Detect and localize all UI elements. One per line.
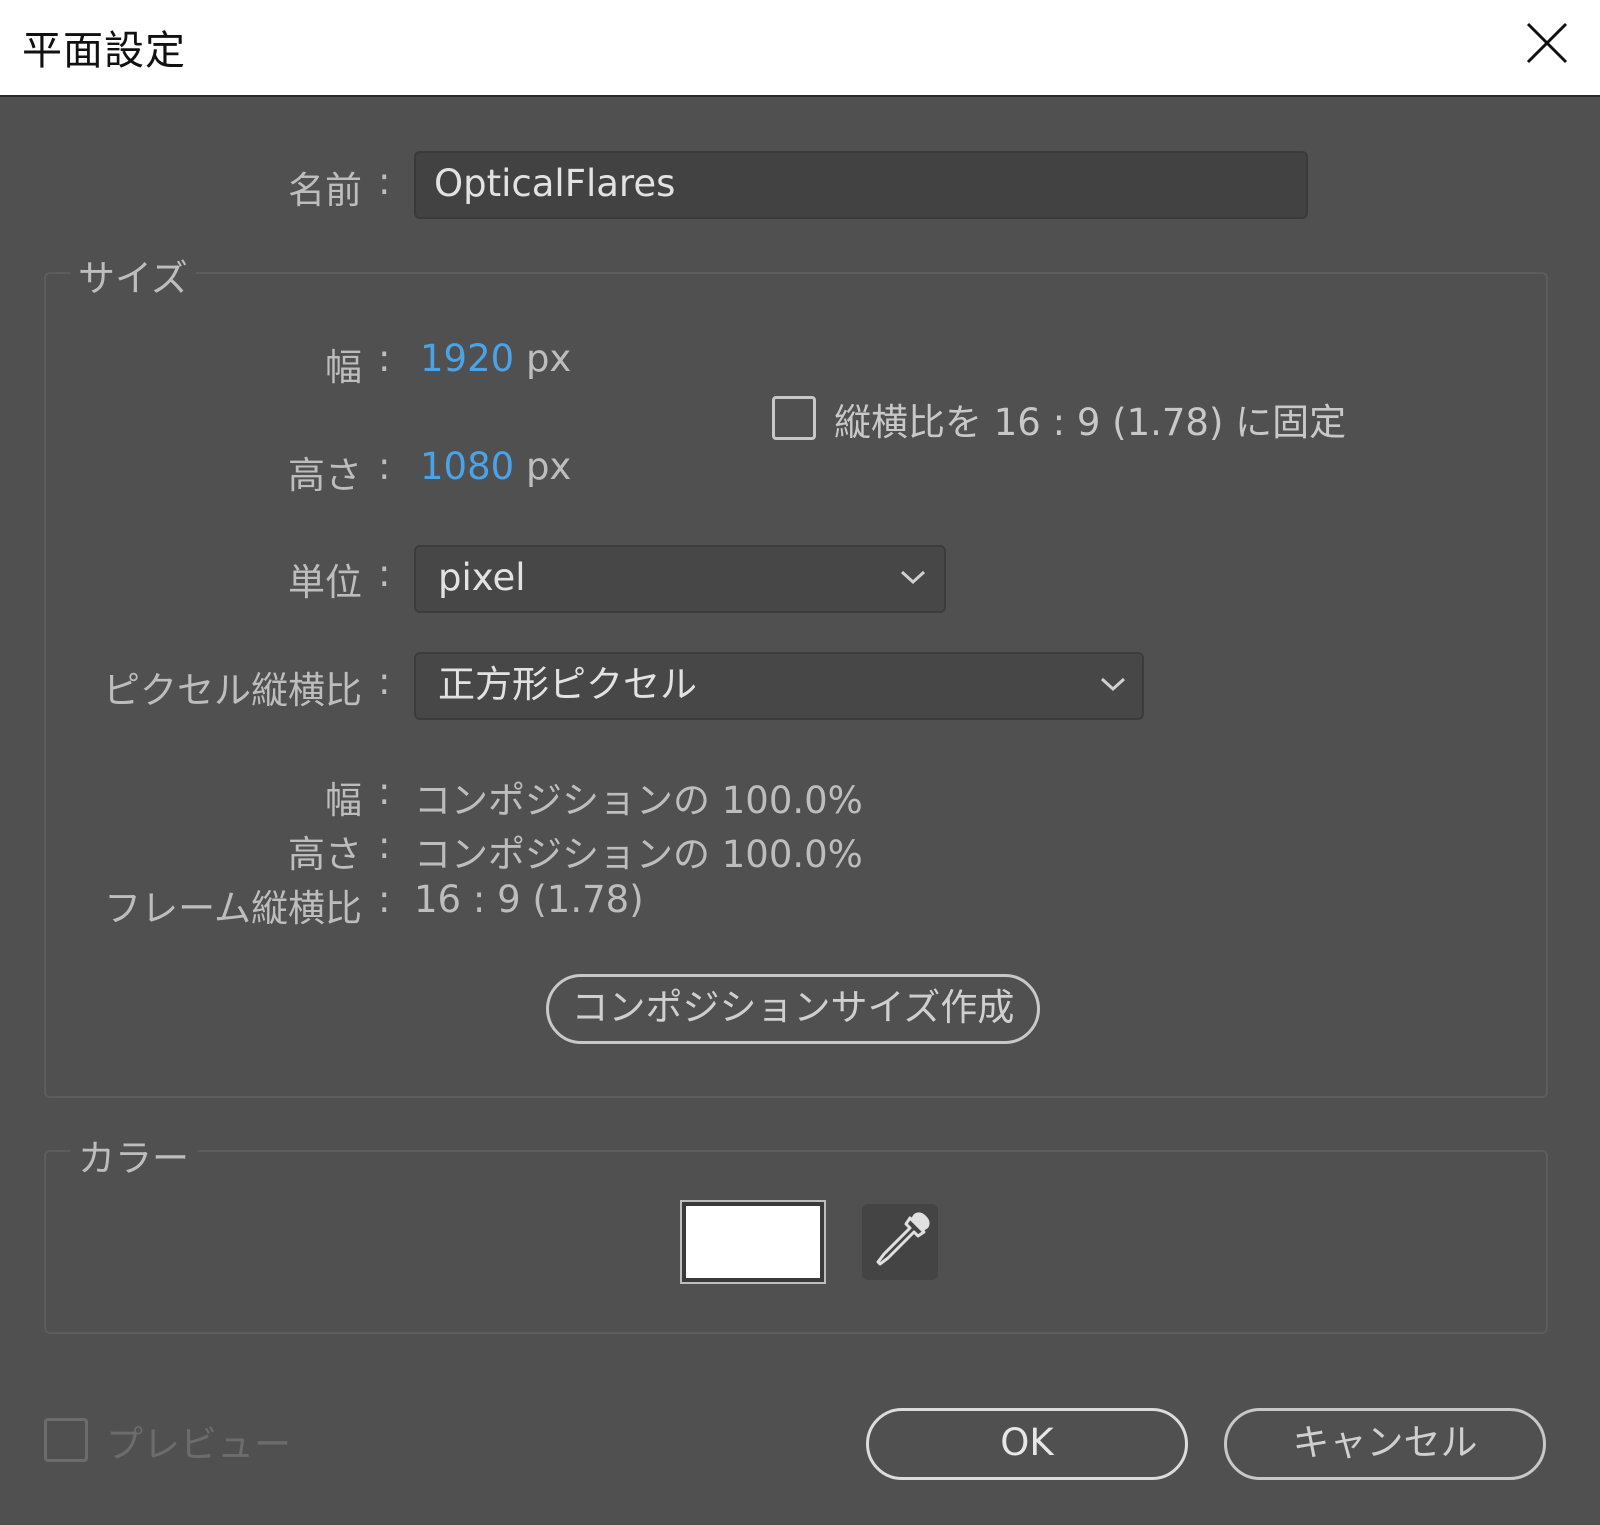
- title-bar: 平面設定: [0, 0, 1600, 97]
- eyedropper-button[interactable]: [862, 1204, 938, 1280]
- color-swatch-fill: [686, 1206, 820, 1278]
- info-frame-colon: :: [378, 878, 391, 921]
- info-frame-value: 16 : 9 (1.78): [414, 878, 644, 921]
- info-height-colon: :: [378, 824, 391, 867]
- info-width-colon: :: [378, 770, 391, 813]
- info-width-label: 幅: [325, 779, 362, 822]
- lock-aspect-label: 縦横比を 16 : 9 (1.78) に固定: [834, 401, 1347, 444]
- eyedropper-icon: [876, 1212, 930, 1266]
- height-colon: :: [378, 445, 391, 488]
- width-value[interactable]: 1920: [420, 337, 514, 380]
- units-selected: pixel: [438, 556, 526, 599]
- height-unit: px: [525, 445, 572, 488]
- chevron-down-icon: [1100, 677, 1126, 692]
- lock-aspect-checkbox[interactable]: [772, 396, 816, 440]
- ok-button[interactable]: OK: [866, 1408, 1188, 1480]
- preview-checkbox[interactable]: [44, 1418, 88, 1462]
- pixel-aspect-selected: 正方形ピクセル: [438, 663, 697, 706]
- name-input[interactable]: OpticalFlares: [414, 151, 1308, 219]
- height-label: 高さ: [288, 454, 362, 497]
- cancel-button[interactable]: キャンセル: [1224, 1408, 1546, 1480]
- chevron-down-icon: [900, 570, 926, 585]
- info-width-value: コンポジションの 100.0%: [414, 779, 863, 822]
- close-button[interactable]: [1522, 18, 1572, 68]
- name-label: 名前: [288, 169, 362, 212]
- info-height-label: 高さ: [288, 833, 362, 876]
- width-label: 幅: [325, 346, 362, 389]
- width-unit: px: [525, 337, 572, 380]
- info-frame-label: フレーム縦横比: [104, 887, 362, 930]
- units-colon: :: [378, 552, 391, 595]
- make-comp-size-button[interactable]: コンポジションサイズ作成: [546, 974, 1040, 1044]
- preview-label: プレビュー: [106, 1423, 291, 1466]
- color-group-title: カラー: [70, 1128, 197, 1182]
- size-group-title: サイズ: [70, 248, 196, 302]
- height-value[interactable]: 1080: [420, 445, 514, 488]
- pixel-aspect-dropdown[interactable]: 正方形ピクセル: [414, 652, 1144, 720]
- units-label: 単位: [288, 561, 362, 604]
- units-dropdown[interactable]: pixel: [414, 545, 946, 613]
- color-swatch[interactable]: [680, 1200, 826, 1284]
- info-height-value: コンポジションの 100.0%: [414, 833, 863, 876]
- pixel-aspect-label: ピクセル縦横比: [103, 669, 362, 712]
- pixel-aspect-colon: :: [378, 660, 391, 703]
- width-colon: :: [378, 337, 391, 380]
- close-icon: [1526, 22, 1568, 64]
- dialog-title: 平面設定: [22, 28, 186, 74]
- name-colon: :: [378, 160, 391, 203]
